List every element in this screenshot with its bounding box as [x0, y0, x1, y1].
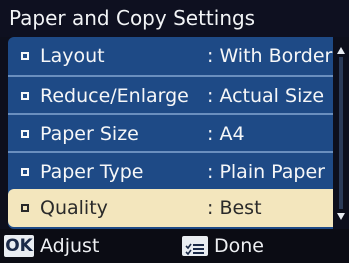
- setting-row-paper-size[interactable]: Paper Size : A4: [8, 113, 333, 151]
- lcd-screen: Paper and Copy Settings Layout : With Bo…: [0, 0, 349, 263]
- square-bullet-icon: [21, 204, 29, 212]
- setting-row-reduce-enlarge[interactable]: Reduce/Enlarge : Actual Size: [8, 75, 333, 113]
- scroll-track: [339, 57, 343, 209]
- square-bullet-icon: [21, 92, 29, 100]
- screen-title: Paper and Copy Settings: [0, 0, 349, 37]
- square-bullet-icon: [21, 168, 29, 176]
- ok-key-badge[interactable]: OK: [4, 235, 34, 257]
- setting-value: : A4: [207, 123, 245, 145]
- square-bullet-icon: [21, 52, 29, 60]
- setting-row-quality[interactable]: Quality : Best: [8, 189, 333, 227]
- setting-name: Reduce/Enlarge: [40, 85, 189, 107]
- scrollbar[interactable]: [336, 37, 346, 229]
- setting-name: Quality: [40, 197, 108, 219]
- menu-list-icon[interactable]: [182, 236, 208, 256]
- setting-row-paper-type[interactable]: Paper Type : Plain Paper: [8, 151, 333, 189]
- setting-name: Paper Size: [40, 123, 139, 145]
- adjust-label: Adjust: [40, 235, 100, 257]
- setting-row-layout[interactable]: Layout : With Border: [8, 37, 333, 75]
- setting-value: : Plain Paper: [207, 161, 325, 183]
- setting-value: : With Border: [207, 45, 333, 67]
- setting-name: Paper Type: [40, 161, 144, 183]
- done-label: Done: [214, 235, 264, 257]
- scroll-down-arrow-icon: [337, 213, 345, 220]
- button-guide: OK Adjust Done: [0, 229, 349, 263]
- square-bullet-icon: [21, 130, 29, 138]
- setting-value: : Best: [207, 197, 262, 219]
- setting-name: Layout: [40, 45, 105, 67]
- setting-value: : Actual Size: [207, 85, 325, 107]
- scroll-up-arrow-icon: [337, 47, 345, 54]
